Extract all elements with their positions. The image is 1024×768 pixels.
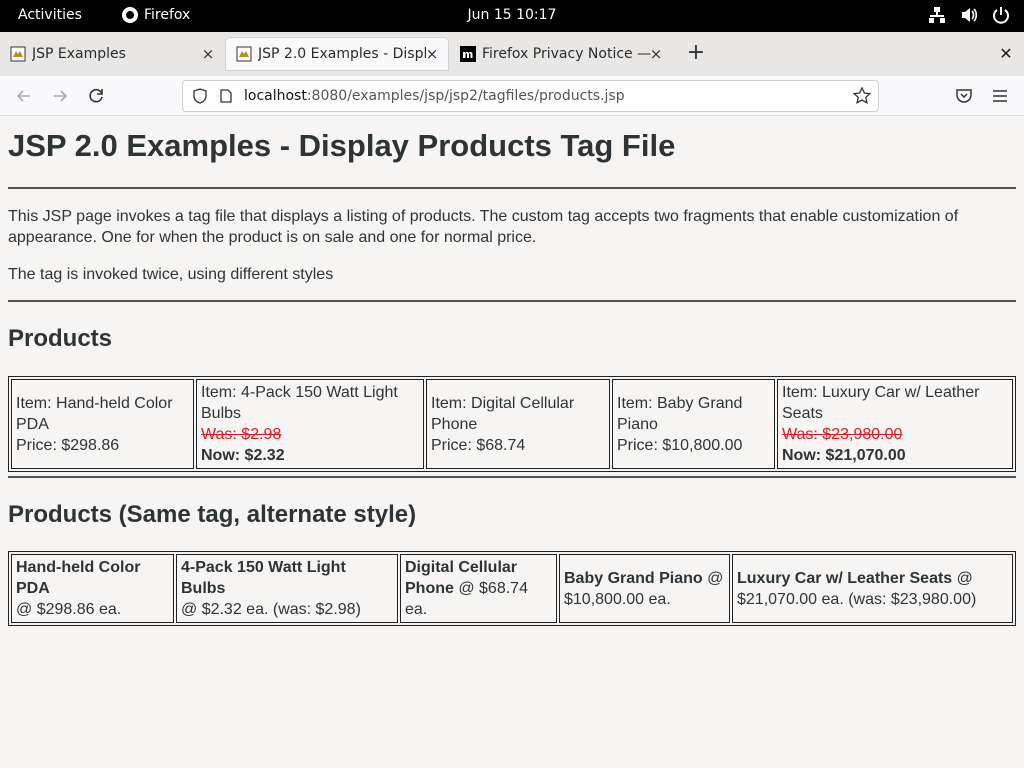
reload-button[interactable] [84,84,108,108]
tab-title: JSP 2.0 Examples - Displa [258,46,426,62]
product-name: Luxury Car w/ Leather Seats [737,569,953,587]
tab-close-icon[interactable]: × [422,44,442,64]
url-text[interactable]: localhost:8080/examples/jsp/jsp2/tagfile… [244,88,625,104]
tab-close-icon[interactable]: × [198,44,218,64]
tab-products-jsp[interactable]: JSP 2.0 Examples - Displa × [226,38,448,70]
product-cell: Baby Grand Piano @ $10,800.00 ea. [559,554,730,623]
product-price: Price: $298.86 [16,436,120,454]
tab-privacy-notice[interactable]: Firefox Privacy Notice — M × [450,38,672,70]
product-was-price: Was: $23,980.00 [782,426,903,443]
url-path: :8080/examples/jsp/jsp2/tagfiles/product… [306,88,625,104]
product-now-price: Now: $21,070.00 [782,447,906,464]
page-title: JSP 2.0 Examples - Display Products Tag … [8,128,676,163]
new-tab-button[interactable]: + [684,42,708,66]
reload-icon [89,88,103,103]
product-cell: Item: Digital Cellular Phone Price: $68.… [426,379,610,469]
product-price: Price: $68.74 [431,436,526,454]
activities-button[interactable]: Activities [18,7,82,23]
back-arrow-icon [16,90,30,102]
pocket-button[interactable] [952,84,976,108]
page-content: JSP 2.0 Examples - Display Products Tag … [0,117,1024,768]
window-close-button[interactable]: ✕ [996,44,1016,64]
pocket-icon [956,89,972,103]
product-now-price: Now: $2.32 [201,447,285,464]
product-item: Item: 4-Pack 150 Watt Light Bulbs [201,384,398,422]
products-heading: Products [8,325,113,352]
tab-strip: JSP Examples × JSP 2.0 Examples - Displa… [0,32,1024,76]
bookmark-star-icon[interactable] [852,86,872,106]
firefox-icon [122,7,138,23]
table-row: Hand-held Color PDA @ $298.86 ea. 4-Pack … [11,554,1013,623]
product-price-text: @ $2.32 ea. (was: $2.98) [181,601,361,618]
product-price: Price: $10,800.00 [617,436,743,454]
mozilla-favicon-icon [460,46,476,62]
product-item: Item: Baby Grand Piano [617,394,743,433]
product-item: Item: Digital Cellular Phone [431,394,575,433]
product-cell: 4-Pack 150 Watt Light Bulbs @ $2.32 ea. (… [176,554,398,623]
product-name: 4-Pack 150 Watt Light Bulbs [181,559,346,597]
system-top-bar: Activities Firefox Jun 15 10:17 [0,0,1024,32]
tab-jsp-examples[interactable]: JSP Examples × [0,38,224,70]
product-cell: Luxury Car w/ Leather Seats @ $21,070.00… [732,554,1013,623]
product-price-text: @ $298.86 ea. [16,601,122,618]
table-row: Item: Hand-held Color PDA Price: $298.86… [11,379,1013,469]
product-cell: Digital Cellular Phone @ $68.74 ea. [400,554,557,623]
product-name: Hand-held Color PDA [16,559,141,597]
system-tray[interactable] [928,6,1010,24]
product-cell: Item: Baby Grand Piano Price: $10,800.00 [612,379,775,469]
forward-arrow-icon [54,90,68,102]
products-alt-heading: Products (Same tag, alternate style) [8,501,417,528]
tab-close-icon[interactable]: × [646,44,666,64]
product-was-price: Was: $2.98 [201,426,282,443]
power-icon [993,7,1009,24]
address-bar[interactable]: localhost:8080/examples/jsp/jsp2/tagfile… [182,80,879,112]
app-menu[interactable]: Firefox [122,7,190,23]
product-cell: Hand-held Color PDA @ $298.86 ea. [11,554,174,623]
product-item: Item: Hand-held Color PDA [16,394,173,433]
divider [8,300,1016,302]
product-item: Item: Luxury Car w/ Leather Seats [782,384,980,422]
product-name: Baby Grand Piano [564,569,703,587]
app-menu-button[interactable] [988,84,1012,108]
product-cell: Item: Hand-held Color PDA Price: $298.86 [11,379,194,469]
volume-icon [962,8,978,22]
url-host: localhost [244,88,307,104]
navigation-toolbar: localhost:8080/examples/jsp/jsp2/tagfile… [0,76,1024,116]
divider [8,187,1016,189]
products-alt-table: Hand-held Color PDA @ $298.86 ea. 4-Pack … [8,551,1016,626]
product-cell: Item: 4-Pack 150 Watt Light Bulbs Was: $… [196,379,424,469]
note-paragraph: The tag is invoked twice, using differen… [8,266,334,283]
divider [8,476,1016,478]
product-cell: Item: Luxury Car w/ Leather Seats Was: $… [777,379,1013,469]
app-name: Firefox [144,7,191,23]
hamburger-menu-icon [993,90,1007,102]
page-info-icon[interactable] [218,88,234,104]
tomcat-favicon-icon [236,46,252,62]
back-button[interactable] [12,84,36,108]
products-table: Item: Hand-held Color PDA Price: $298.86… [8,376,1016,472]
network-icon [929,7,945,23]
intro-paragraph: This JSP page invokes a tag file that di… [8,208,959,246]
tab-title: JSP Examples [32,46,126,62]
tomcat-favicon-icon [10,46,26,62]
forward-button[interactable] [48,84,72,108]
tracking-protection-shield-icon[interactable] [192,88,208,104]
tab-title: Firefox Privacy Notice — M [482,46,654,62]
